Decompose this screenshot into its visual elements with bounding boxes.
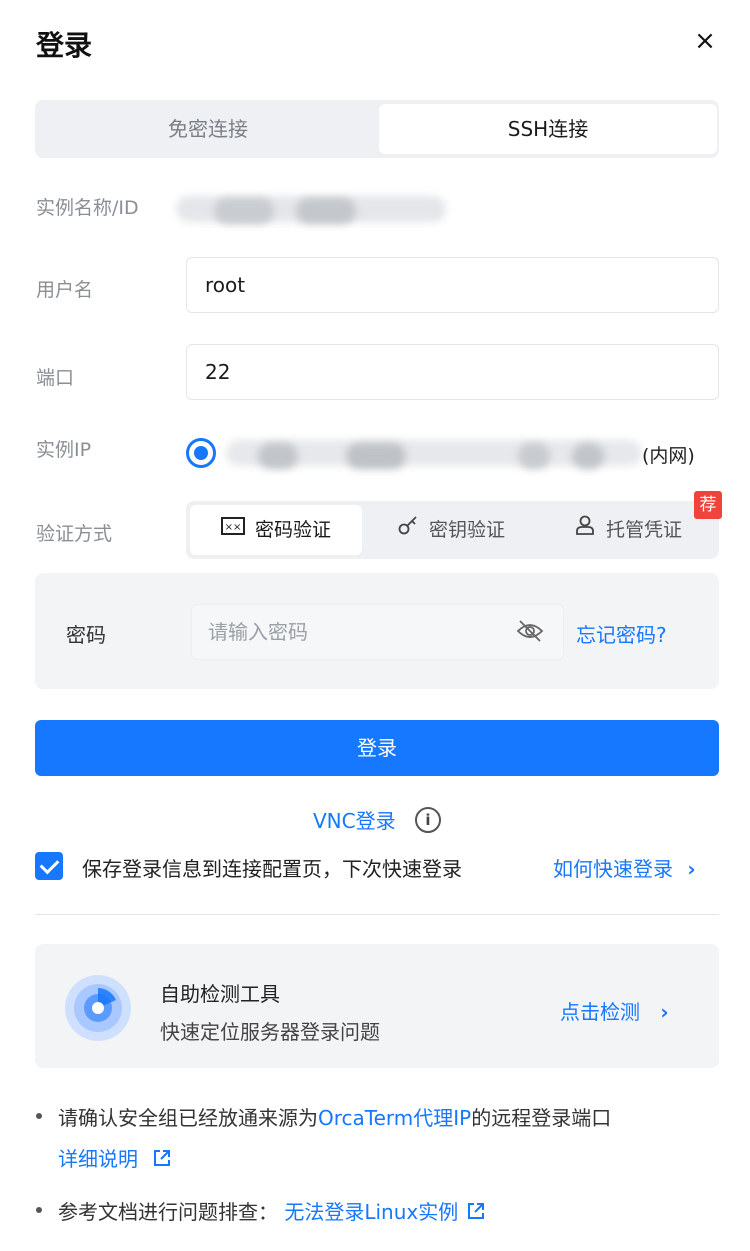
- info-icon[interactable]: i: [415, 807, 441, 833]
- note-text: 的远程登录端口: [471, 1106, 612, 1130]
- tab-key-auth[interactable]: 密钥验证: [366, 505, 536, 555]
- ip-label: 实例IP: [36, 439, 92, 461]
- password-icon: ××: [220, 505, 245, 555]
- detail-label: 详细说明: [58, 1147, 138, 1171]
- note-docs: 参考文档进行问题排查： 无法登录Linux实例: [58, 1196, 486, 1225]
- ip-network-type: (内网): [642, 445, 695, 467]
- chevron-right-icon: ›: [660, 1000, 669, 1024]
- run-check-link[interactable]: 点击检测 ›: [560, 996, 669, 1025]
- orcaterm-proxy-ip-link[interactable]: OrcaTerm代理IP: [318, 1106, 471, 1130]
- bullet: [36, 1207, 42, 1213]
- howto-quick-login-link[interactable]: 如何快速登录 ›: [553, 853, 696, 882]
- password-input[interactable]: 请输入密码: [191, 604, 564, 660]
- port-label: 端口: [36, 367, 75, 389]
- howto-label: 如何快速登录: [553, 857, 673, 881]
- close-icon[interactable]: ×: [690, 26, 720, 56]
- tab-password-auth[interactable]: ×× 密码验证: [190, 505, 362, 555]
- login-button[interactable]: 登录: [35, 720, 719, 776]
- ip-radio[interactable]: [186, 438, 216, 468]
- svg-text:××: ××: [225, 522, 242, 533]
- linux-login-doc-link[interactable]: 无法登录Linux实例: [284, 1200, 486, 1224]
- external-link-icon: [468, 1203, 485, 1219]
- tab-label: 密码验证: [254, 519, 331, 541]
- run-check-label: 点击检测: [560, 1000, 640, 1024]
- note-security-group: 请确认安全组已经放通来源为OrcaTerm代理IP的远程登录端口: [58, 1102, 611, 1131]
- tab-passwordless[interactable]: 免密连接: [39, 104, 377, 154]
- connection-type-tabs: 免密连接 SSH连接: [35, 100, 719, 158]
- vnc-login-link[interactable]: VNC登录: [313, 805, 396, 834]
- port-input[interactable]: 22: [186, 344, 719, 400]
- note-text: 参考文档进行问题排查：: [58, 1200, 278, 1224]
- tab-label: 密钥验证: [428, 519, 505, 541]
- password-label: 密码: [66, 623, 106, 647]
- dialog-title: 登录: [36, 29, 93, 62]
- auth-label: 验证方式: [36, 523, 113, 545]
- eye-hidden-icon[interactable]: [516, 618, 544, 644]
- forgot-password-link[interactable]: 忘记密码?: [576, 619, 667, 648]
- username-label: 用户名: [36, 279, 94, 301]
- divider: [35, 914, 719, 915]
- radar-icon: [64, 974, 132, 1042]
- detail-link[interactable]: 详细说明: [58, 1143, 172, 1172]
- tab-label: 托管凭证: [605, 519, 682, 541]
- bullet: [36, 1113, 42, 1119]
- tab-ssh[interactable]: SSH连接: [379, 104, 717, 154]
- user-icon: [574, 505, 596, 555]
- instance-label: 实例名称/ID: [36, 197, 139, 219]
- chevron-right-icon: ›: [687, 857, 696, 881]
- username-input[interactable]: root: [186, 257, 719, 313]
- key-icon: [397, 505, 419, 555]
- tool-subtitle: 快速定位服务器登录问题: [160, 1020, 380, 1044]
- save-login-checkbox[interactable]: [35, 852, 63, 880]
- auth-method-tabs: ×× 密码验证 密钥验证 托管凭证: [186, 501, 719, 559]
- save-login-text: 保存登录信息到连接配置页，下次快速登录: [82, 857, 462, 881]
- external-link-icon: [154, 1150, 171, 1166]
- doc-label: 无法登录Linux实例: [284, 1200, 459, 1224]
- tool-title: 自助检测工具: [160, 982, 280, 1006]
- recommend-badge: 荐: [694, 491, 722, 519]
- tab-managed-credential[interactable]: 托管凭证: [540, 505, 716, 555]
- note-text: 请确认安全组已经放通来源为: [58, 1106, 318, 1130]
